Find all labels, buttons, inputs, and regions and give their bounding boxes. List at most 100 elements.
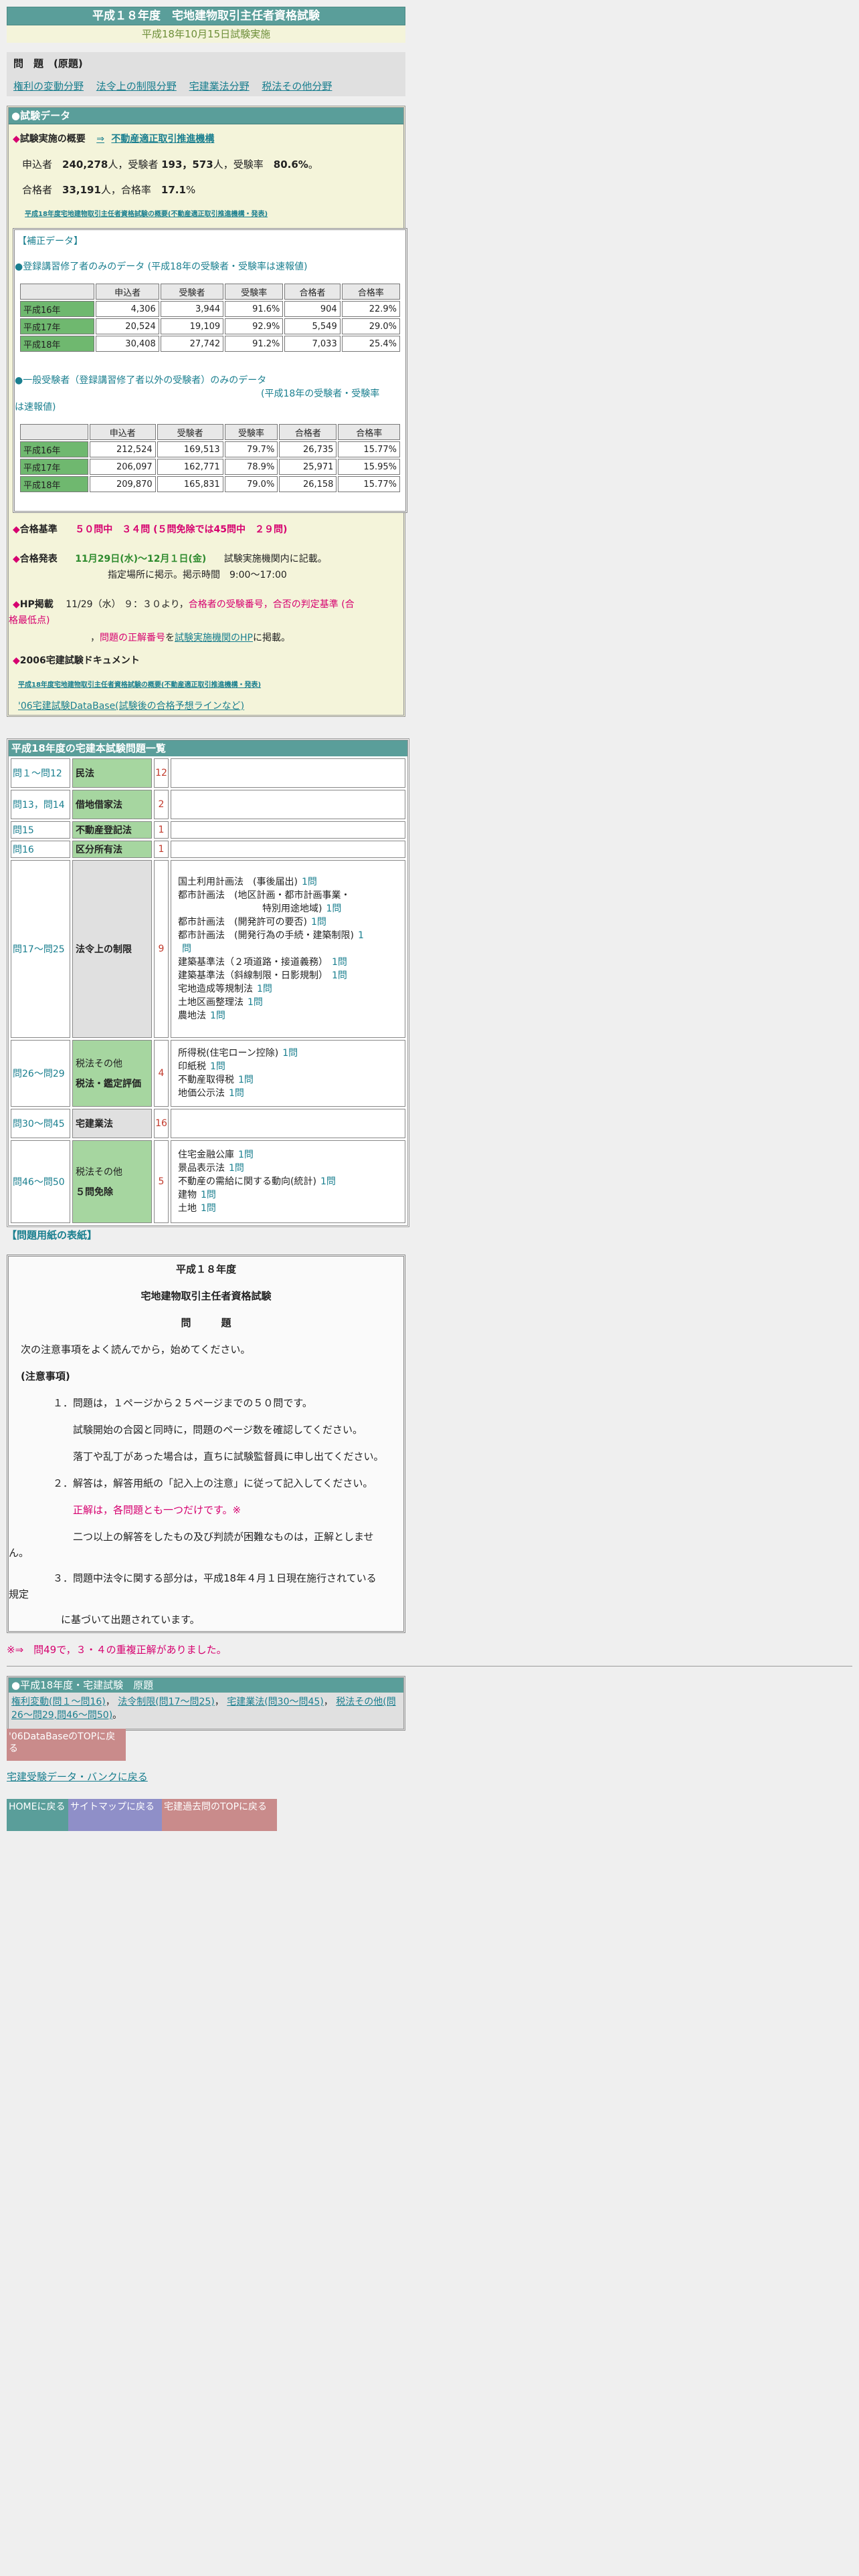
- table-row: 平成17年 20,524 19,109 92.9% 5,549 29.0%: [20, 318, 400, 334]
- registered-table: 申込者 受験者 受験率 合格者 合格率 平成16年 4,306 3,944 91…: [19, 282, 401, 353]
- question-range: 問13，問14: [11, 790, 70, 819]
- criteria-value: ５０問中 ３４問 (５問免除では45問中 ２９問): [75, 524, 288, 535]
- link-reto[interactable]: 不動産適正取引推進機構: [111, 134, 214, 144]
- hp-line-2: 格最低点): [9, 615, 50, 626]
- applicants-count: 240,278: [62, 158, 108, 171]
- registered-title: ●登録講習修了者のみのデータ (平成18年の受験者・受験率は速報値): [15, 261, 308, 272]
- divider: [7, 1666, 852, 1667]
- question-count: 1: [154, 841, 169, 858]
- topic-details: 国土利用計画法 (事後届出) 1問 都市計画法 (地区計画・都市計画事業・ 特別用途…: [171, 860, 405, 1038]
- diamond-icon: ◆: [13, 554, 20, 564]
- grid-row: 問15 不動産登記法 1: [11, 821, 405, 839]
- kako-links: 権利変動(問１～問16)， 法令制限(問17～問25)， 宅建業法(問30～問4…: [11, 1697, 396, 1721]
- diamond-icon: ◆: [13, 655, 20, 666]
- question-count: 9: [154, 860, 169, 1038]
- question-count: 1: [154, 821, 169, 839]
- kako-title: ●平成18年度・宅建試験 原題: [9, 1678, 403, 1693]
- topic-line: 都市計画法 (地区計画・都市計画事業・: [178, 890, 351, 901]
- table-row: 平成16年 212,524 169,513 79.7% 26,735 15.77…: [20, 441, 400, 457]
- category-label: 税法その他: [76, 1167, 122, 1178]
- question-range: 問16: [11, 841, 70, 858]
- stats-line-2: 合格者 33,191人，合格率 17.1%: [22, 184, 196, 196]
- category-sub-label: 税法・鑑定評価: [76, 1079, 141, 1089]
- link-hourei-seigen[interactable]: 法令制限(問17～問25): [118, 1697, 215, 1707]
- topic-line: 問: [182, 944, 191, 954]
- topic-line: 都市計画法 (開発行為の手続・建築制限) 1: [178, 930, 364, 941]
- category-sub-label: ５問免除: [76, 1187, 113, 1198]
- topic-line: 不動産取得税 1問: [178, 1075, 254, 1085]
- cover-title-3: 問 題: [181, 1317, 231, 1329]
- grid-row: 問16 区分所有法 1: [11, 841, 405, 858]
- question-range: 問17～問25: [11, 860, 70, 1038]
- grid-row: 問46～問50 税法その他 ５問免除 5 住宅金融公庫 1問 景品表示法 1問 不動産の需給に関…: [11, 1140, 405, 1223]
- category: 民法: [72, 758, 152, 788]
- topic-line: 都市計画法 (開発許可の要否) 1問: [178, 917, 326, 928]
- link-hourei[interactable]: 法令上の制限分野: [96, 80, 177, 92]
- dbtop-button[interactable]: '06DataBaseのTOPに戻る: [7, 1729, 126, 1761]
- grid-title: 平成18年度の宅建本試験問題一覧: [9, 740, 407, 756]
- hosei-data-box: 【補正データ】 ●登録講習修了者のみのデータ (平成18年の受験者・受験率は速報…: [13, 228, 407, 513]
- category: 税法その他 ５問免除: [72, 1140, 152, 1223]
- kakotop-button[interactable]: 宅建過去問のTOPに戻る: [162, 1799, 277, 1831]
- page-title: 平成１８年度 宅地建物取引主任者資格試験: [7, 7, 405, 25]
- problems-links: 権利の変動分野 法令上の制限分野 宅建業法分野 税法その他分野: [13, 79, 399, 93]
- category: 区分所有法: [72, 841, 152, 858]
- databank-link[interactable]: 宅建受験データ・バンクに戻る: [7, 1771, 148, 1783]
- question-range: 問１～問12: [11, 758, 70, 788]
- category: 法令上の制限: [72, 860, 152, 1038]
- summary-link[interactable]: 平成18年度宅地建物取引主任者資格試験の概要(不動産適正取引推進機構・発表): [25, 208, 268, 218]
- diamond-icon: ◆: [13, 599, 20, 610]
- exam-date: 平成18年10月15日試験実施: [7, 25, 405, 43]
- link-kenri-hendo[interactable]: 権利変動(問１～問16): [11, 1697, 106, 1707]
- problems-box: 問 題 (原題) 権利の変動分野 法令上の制限分野 宅建業法分野 税法その他分野: [7, 52, 405, 96]
- question-count: 4: [154, 1040, 169, 1107]
- sitemap-button[interactable]: サイトマップに戻る: [68, 1799, 162, 1831]
- topic-line: 特別用途地域) 1問: [178, 903, 342, 914]
- grid-row: 問17～問25 法令上の制限 9 国土利用計画法 (事後届出) 1問 都市計画法 (地区計…: [11, 860, 405, 1038]
- topic-details: [171, 1109, 405, 1138]
- question-grid: 平成18年度の宅建本試験問題一覧 問１～問12 民法 12 問13，問14 借地借家法 2…: [7, 738, 409, 1227]
- doc-link-2[interactable]: '06宅建試験DataBase(試験後の合格予想ラインなど): [18, 699, 244, 712]
- topic-line: 建築基準法（２項道路・接道義務） 1問: [178, 957, 347, 968]
- grid-table: 問１～問12 民法 12 問13，問14 借地借家法 2 問15 不動産登記法 1 問16 区分所有…: [9, 756, 407, 1225]
- topic-line: 地価公示法 1問: [178, 1088, 244, 1099]
- category: 借地借家法: [72, 790, 152, 819]
- topic-line: 所得税(住宅ローン控除) 1問: [178, 1048, 298, 1059]
- grid-row: 問１～問12 民法 12: [11, 758, 405, 788]
- question-range: 問26～問29: [11, 1040, 70, 1107]
- general-note-2: は速報値): [15, 402, 56, 413]
- doc-link-1[interactable]: 平成18年度宅地建物取引主任者資格試験の概要(不動産適正取引推進機構・発表): [18, 679, 261, 689]
- overview-line: ◆試験実施の概要 ⇒ 不動産適正取引推進機構: [13, 132, 214, 145]
- q49-note: ※⇒ 問49で，３・４の重複正解がありました。: [7, 1644, 227, 1656]
- home-button[interactable]: HOMEに戻る: [7, 1799, 68, 1831]
- topic-line: 住宅金融公庫 1問: [178, 1150, 254, 1160]
- topic-line: 土地 1問: [178, 1203, 216, 1214]
- cover-title-2: 宅地建物取引主任者資格試験: [140, 1290, 272, 1302]
- hp-line-3: ，問題の正解番号を試験実施機関のHPに掲載。: [90, 633, 290, 643]
- criteria-line: ◆合格基準 ５０問中 ３４問 (５問免除では45問中 ２９問): [13, 524, 288, 535]
- grid-row: 問13，問14 借地借家法 2: [11, 790, 405, 819]
- exam-rate: 80.6%: [273, 158, 308, 171]
- link-kenri[interactable]: 権利の変動分野: [13, 80, 84, 92]
- link-takkengyo[interactable]: 宅建業法分野: [189, 80, 250, 92]
- table-row: 平成18年 209,870 165,831 79.0% 26,158 15.77…: [20, 476, 400, 492]
- cover-box: 平成１８年度 宅地建物取引主任者資格試験 問 題 次の注意事項をよく読んでから，…: [7, 1255, 405, 1633]
- category: 不動産登記法: [72, 821, 152, 839]
- link-takken-gyoho[interactable]: 宅建業法(問30～問45): [227, 1697, 324, 1707]
- announce-line: ◆合格発表 11月29日(水)～12月１日(金) 試験実施機関内に記載。: [13, 554, 327, 564]
- topic-line: 印紙税 1問: [178, 1061, 225, 1072]
- grid-row: 問26～問29 税法その他 税法・鑑定評価 4 所得税(住宅ローン控除) 1問 印紙税 1問不…: [11, 1040, 405, 1107]
- exam-data-box: ●試験データ ◆試験実施の概要 ⇒ 不動産適正取引推進機構 申込者 240,27…: [7, 106, 407, 717]
- general-note-1: (平成18年の受験者・受験率: [261, 389, 380, 399]
- link-zeihou[interactable]: 税法その他分野: [262, 80, 332, 92]
- question-range: 問30～問45: [11, 1109, 70, 1138]
- category: 宅建業法: [72, 1109, 152, 1138]
- topic-details: 所得税(住宅ローン控除) 1問 印紙税 1問不動産取得税 1問 地価公示法 1問: [171, 1040, 405, 1107]
- arrow-icon: ⇒: [96, 134, 104, 144]
- diamond-icon: ◆: [13, 134, 20, 144]
- question-count: 5: [154, 1140, 169, 1223]
- examinees-count: 193，573: [161, 158, 213, 171]
- announce-date: 11月29日(水)～12月１日(金): [75, 554, 207, 564]
- link-hp[interactable]: 試験実施機関のHP: [175, 633, 253, 643]
- stats-line-1: 申込者 240,278人，受験者 193，573人，受験率 80.6%。: [22, 158, 318, 171]
